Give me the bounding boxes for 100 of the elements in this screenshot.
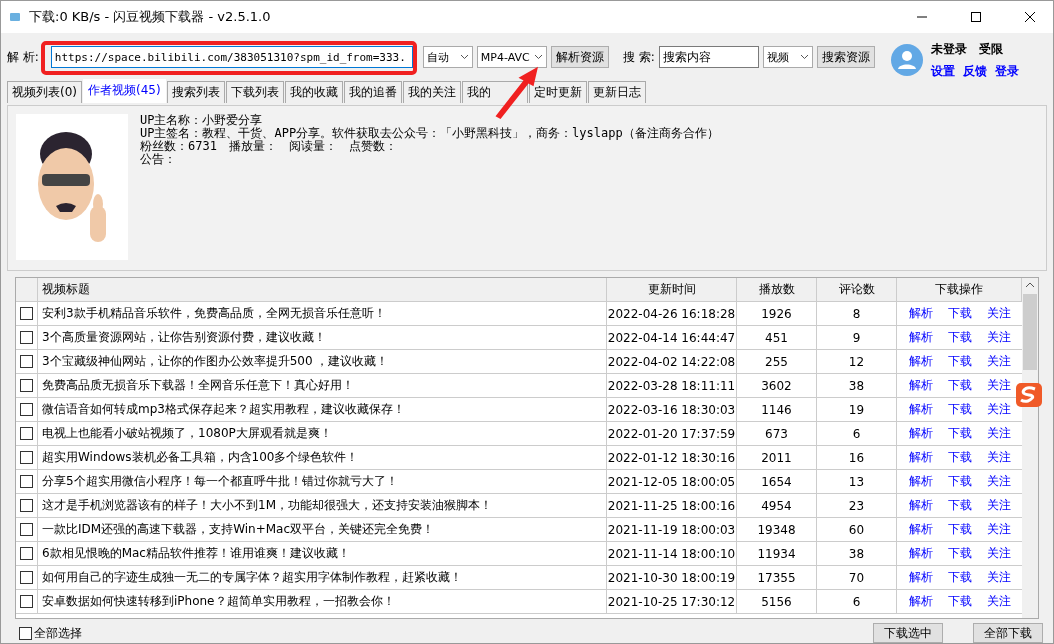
row-checkbox[interactable] xyxy=(20,427,33,441)
action-link[interactable]: 关注 xyxy=(986,497,1011,515)
action-link[interactable]: 关注 xyxy=(986,329,1011,347)
title-cell: 超实用Windows装机必备工具箱，内含100多个绿色软件！ xyxy=(38,446,607,471)
url-field[interactable]: https://space.bilibili.com/383051310?spm_id_from=333. xyxy=(50,46,413,68)
user-avatar-icon xyxy=(891,44,923,76)
action-link[interactable]: 解析 xyxy=(908,449,933,467)
action-link[interactable]: 下载 xyxy=(947,305,972,323)
format-dropdown[interactable]: MP4-AVC xyxy=(476,46,547,68)
action-link[interactable]: 解析 xyxy=(908,377,933,395)
tab[interactable]: 作者视频(45) xyxy=(83,79,166,103)
plays-cell: 11934 xyxy=(737,542,817,567)
row-checkbox[interactable] xyxy=(20,379,33,393)
search-label: 搜 索: xyxy=(622,48,655,66)
action-link[interactable]: 解析 xyxy=(908,569,933,587)
action-link[interactable]: 解析 xyxy=(908,497,933,515)
row-checkbox[interactable] xyxy=(20,595,33,609)
floating-widget-icon[interactable] xyxy=(1015,381,1043,409)
tab[interactable]: 我的 xyxy=(461,81,528,103)
action-link[interactable]: 下载 xyxy=(947,425,972,443)
download-button[interactable]: 下载选中 xyxy=(873,623,943,643)
action-link[interactable]: 关注 xyxy=(986,401,1011,419)
tab[interactable]: 搜索列表 xyxy=(166,81,225,103)
time-cell: 2021-12-05 18:00:05 xyxy=(607,470,737,495)
tab[interactable]: 视频列表(0) xyxy=(7,81,82,103)
comments-cell: 8 xyxy=(817,302,897,327)
action-link[interactable]: 关注 xyxy=(986,425,1011,443)
search-button[interactable]: 搜索资源 xyxy=(816,46,875,68)
action-link[interactable]: 解析 xyxy=(908,425,933,443)
tab[interactable]: 我的收藏 xyxy=(284,81,343,103)
time-cell: 2022-04-26 16:18:28 xyxy=(607,302,737,327)
action-link[interactable]: 下载 xyxy=(947,473,972,491)
tab[interactable]: 更新日志 xyxy=(587,81,646,103)
time-cell: 2021-11-14 18:00:10 xyxy=(607,542,737,567)
action-link[interactable]: 解析 xyxy=(908,305,933,323)
action-link[interactable]: 解析 xyxy=(908,329,933,347)
action-link[interactable]: 下载 xyxy=(947,401,972,419)
time-cell: 2021-10-30 18:00:19 xyxy=(607,566,737,591)
action-link[interactable]: 解析 xyxy=(908,593,933,611)
dropdown-caret-icon xyxy=(459,54,469,60)
column-header: 视频标题 xyxy=(38,278,607,303)
action-link[interactable]: 关注 xyxy=(986,545,1011,563)
select-all-checkbox[interactable]: 全部选择 xyxy=(19,624,82,642)
row-checkbox[interactable] xyxy=(20,571,33,585)
quality-dropdown[interactable]: 自动 xyxy=(422,46,473,68)
type-dropdown[interactable]: 视频 xyxy=(762,46,813,68)
plays-cell: 1146 xyxy=(737,398,817,423)
action-link[interactable]: 关注 xyxy=(986,473,1011,491)
action-link[interactable]: 关注 xyxy=(986,569,1011,587)
action-link[interactable]: 关注 xyxy=(986,305,1011,323)
account-link[interactable]: 设置 xyxy=(931,63,955,78)
action-link[interactable]: 下载 xyxy=(947,497,972,515)
action-link[interactable]: 下载 xyxy=(947,545,972,563)
tab[interactable]: 定时更新 xyxy=(528,81,587,103)
plays-cell: 4954 xyxy=(737,494,817,519)
title-cell: 3个宝藏级神仙网站，让你的作图办公效率提升500 ，建议收藏！ xyxy=(38,350,607,375)
row-checkbox[interactable] xyxy=(20,331,33,345)
time-cell: 2022-03-28 18:11:11 xyxy=(607,374,737,399)
action-link[interactable]: 下载 xyxy=(947,377,972,395)
action-link[interactable]: 下载 xyxy=(947,593,972,611)
search-field[interactable]: 搜索内容 xyxy=(658,46,759,68)
comments-cell: 9 xyxy=(817,326,897,351)
row-checkbox[interactable] xyxy=(20,355,33,369)
action-link[interactable]: 解析 xyxy=(908,521,933,539)
row-checkbox[interactable] xyxy=(20,307,33,321)
row-checkbox[interactable] xyxy=(20,547,33,561)
action-link[interactable]: 解析 xyxy=(908,473,933,491)
tab[interactable]: 我的追番 xyxy=(343,81,402,103)
row-checkbox[interactable] xyxy=(20,475,33,489)
row-checkbox[interactable] xyxy=(20,523,33,537)
title-cell: 免费高品质无损音乐下载器！全网音乐任意下！真心好用！ xyxy=(38,374,607,399)
action-link[interactable]: 关注 xyxy=(986,593,1011,611)
plays-cell: 1654 xyxy=(737,470,817,495)
action-link[interactable]: 下载 xyxy=(947,569,972,587)
action-link[interactable]: 下载 xyxy=(947,521,972,539)
action-link[interactable]: 下载 xyxy=(947,449,972,467)
action-link[interactable]: 解析 xyxy=(908,353,933,371)
action-link[interactable]: 关注 xyxy=(986,521,1011,539)
account-link[interactable]: 反馈 xyxy=(963,63,987,78)
scrollbar-thumb[interactable] xyxy=(1023,294,1037,371)
action-link[interactable]: 解析 xyxy=(908,401,933,419)
comments-cell: 16 xyxy=(817,446,897,471)
tab[interactable]: 下载列表 xyxy=(225,81,284,103)
action-link[interactable]: 解析 xyxy=(908,545,933,563)
action-link[interactable]: 关注 xyxy=(986,353,1011,371)
download-button[interactable]: 全部下载 xyxy=(973,623,1043,643)
title-cell: 安利3款手机精品音乐软件，免费高品质，全网无损音乐任意听！ xyxy=(38,302,607,327)
parse-button[interactable]: 解析资源 xyxy=(550,46,609,68)
uploader-notice: 公告： xyxy=(140,153,177,166)
action-link[interactable]: 关注 xyxy=(986,377,1011,395)
account-link[interactable]: 登录 xyxy=(995,63,1019,78)
tab[interactable]: 我的关注 xyxy=(402,81,461,103)
action-link[interactable]: 关注 xyxy=(986,449,1011,467)
dropdown-caret-icon xyxy=(533,54,543,60)
action-link[interactable]: 下载 xyxy=(947,353,972,371)
row-checkbox[interactable] xyxy=(20,451,33,465)
action-link[interactable]: 下载 xyxy=(947,329,972,347)
row-checkbox[interactable] xyxy=(20,403,33,417)
row-checkbox[interactable] xyxy=(20,499,33,513)
scrollbar[interactable] xyxy=(1022,278,1038,618)
